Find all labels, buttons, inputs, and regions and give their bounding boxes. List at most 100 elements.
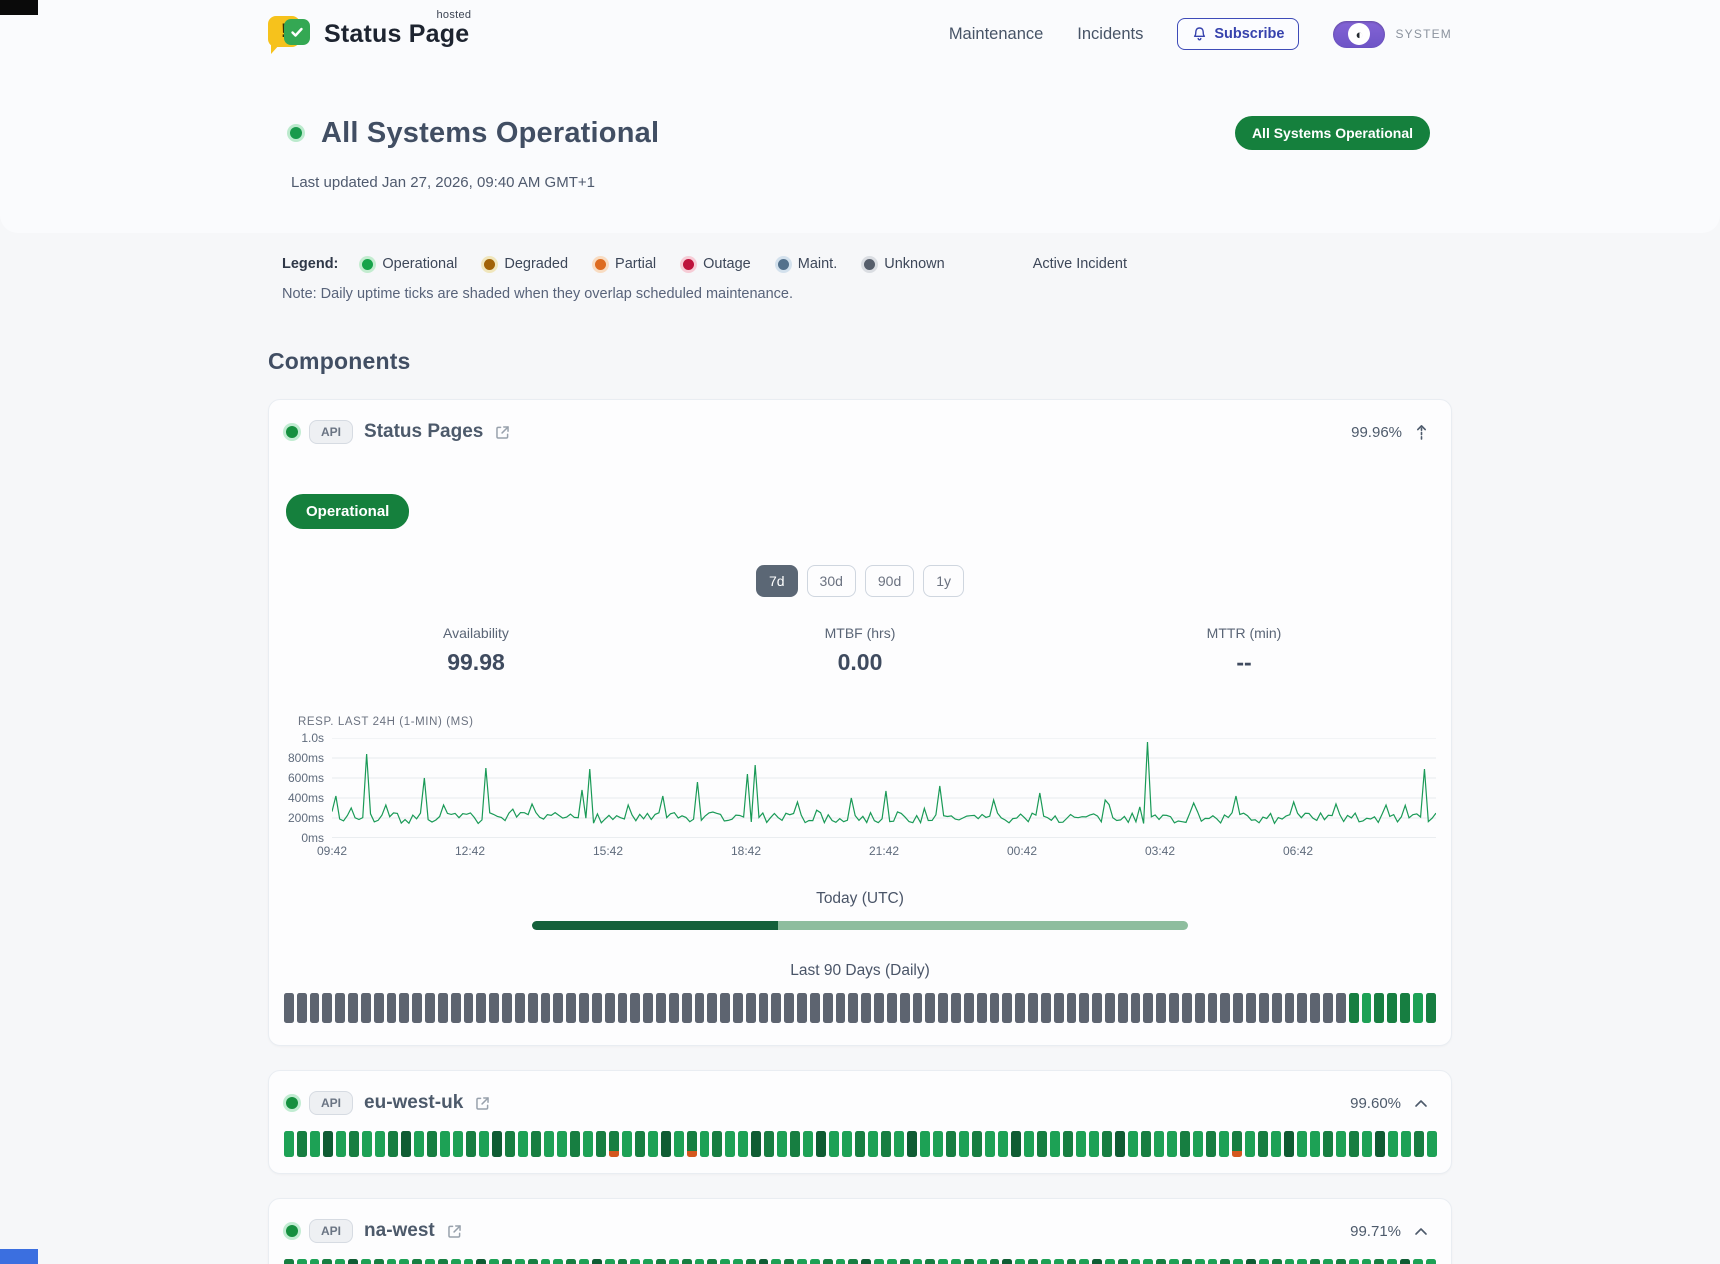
uptime-tick [1375,1131,1385,1157]
uptime-tick [1208,993,1218,1023]
uptime-tick [1037,1131,1047,1157]
range-button-7d[interactable]: 7d [756,565,798,597]
uptime-tick [1041,1259,1051,1264]
uptime-tick [1041,993,1051,1023]
uptime-tick [1002,1259,1012,1264]
uptime-tick [836,993,846,1023]
uptime-tick [1426,993,1436,1023]
uptime-tick [977,993,987,1023]
uptime-ticks-status-pages [284,993,1436,1045]
collapse-button[interactable] [1413,422,1430,443]
uptime-tick [1272,993,1282,1023]
expand-button[interactable] [1412,1097,1430,1110]
uptime-tick [695,1259,705,1264]
legend-label: Legend: [282,256,338,272]
uptime-tick [907,1131,917,1157]
uptime-tick [1297,993,1307,1023]
uptime-tick [505,1131,515,1157]
legend-item-label: Degraded [504,256,568,272]
uptime-tick [1208,1259,1218,1264]
uptime-tick [1024,1131,1034,1157]
uptime-tick [790,1131,800,1157]
page-title: All Systems Operational [321,117,659,150]
subscribe-button[interactable]: Subscribe [1177,18,1299,50]
today-progress-remaining [778,921,1188,930]
uptime-tick [414,1131,424,1157]
uptime-tick [1206,1131,1216,1157]
uptime-tick [387,993,397,1023]
uptime-tick [874,1259,884,1264]
uptime-tick [310,1259,320,1264]
external-link-icon[interactable] [474,1095,491,1112]
external-link-icon[interactable] [446,1223,463,1240]
uptime-tick [1063,1131,1073,1157]
uptime-tick [1362,1259,1372,1264]
nav-maintenance[interactable]: Maintenance [949,25,1043,44]
uptime-tick [297,993,307,1023]
uptime-tick [797,993,807,1023]
brand-name: Status Page hosted [324,20,469,49]
uptime-tick [771,1259,781,1264]
uptime-tick [1182,1259,1192,1264]
uptime-tick [464,993,474,1023]
uptime-tick [803,1131,813,1157]
uptime-tick [990,993,1000,1023]
uptime-tick [489,1259,499,1264]
overall-status-badge: All Systems Operational [1235,116,1430,150]
site-header: ! Status Page hosted Maintenance Inciden… [268,0,1452,64]
uptime-tick [881,1131,891,1157]
uptime-tick [643,993,653,1023]
brand[interactable]: ! Status Page hosted [268,14,469,54]
theme-toggle[interactable]: ◐ [1333,21,1385,48]
external-link-icon[interactable] [494,424,511,441]
uptime-tick [985,1131,995,1157]
uptime-tick [1388,1131,1398,1157]
legend-active-incident: Active Incident [1033,256,1127,272]
uptime-tick [425,993,435,1023]
uptime-tick [848,993,858,1023]
stat-mttrmin: MTTR (min)-- [1052,625,1436,676]
uptime-tick [861,1259,871,1264]
component-card-na-west: API na-west 99.71% [268,1198,1452,1264]
uptime-tick [1272,1259,1282,1264]
uptime-tick [951,993,961,1023]
uptime-tick [656,1259,666,1264]
uptime-tick [1336,993,1346,1023]
uptime-tick [959,1131,969,1157]
uptime-tick [438,1259,448,1264]
uptime-tick [1002,993,1012,1023]
uptime-tick [1232,1131,1242,1157]
uptime-tick [1220,1259,1230,1264]
uptime-tick [374,1259,384,1264]
range-button-1y[interactable]: 1y [923,565,964,597]
uptime-tick [887,993,897,1023]
component-header: API eu-west-uk 99.60% [284,1071,1436,1119]
uptime-tick [440,1131,450,1157]
uptime-tick [1271,1131,1281,1157]
stat-value: 0.00 [668,649,1052,676]
overall-status-dot [290,127,302,139]
component-tag-badge: API [309,420,353,444]
today-progress-bar [532,921,1188,930]
components-heading: Components [268,348,1452,375]
uptime-tick [738,1131,748,1157]
uptime-tick [605,1259,615,1264]
legend-item-unknown: Unknown [864,256,944,272]
uptime-tick [746,993,756,1023]
range-button-30d[interactable]: 30d [807,565,856,597]
legend-dot [362,259,373,270]
uptime-tick [1079,1259,1089,1264]
component-uptime: 99.60% [1350,1095,1401,1112]
uptime-tick [284,1131,294,1157]
component-status-dot [286,426,298,438]
uptime-tick [310,993,320,1023]
range-button-90d[interactable]: 90d [865,565,914,597]
uptime-tick [842,1131,852,1157]
nav-incidents[interactable]: Incidents [1077,25,1143,44]
y-tick-label: 200ms [288,811,324,825]
uptime-tick [1323,1131,1333,1157]
uptime-tick [810,1259,820,1264]
uptime-tick [335,1259,345,1264]
expand-button[interactable] [1412,1225,1430,1238]
uptime-tick [1156,993,1166,1023]
